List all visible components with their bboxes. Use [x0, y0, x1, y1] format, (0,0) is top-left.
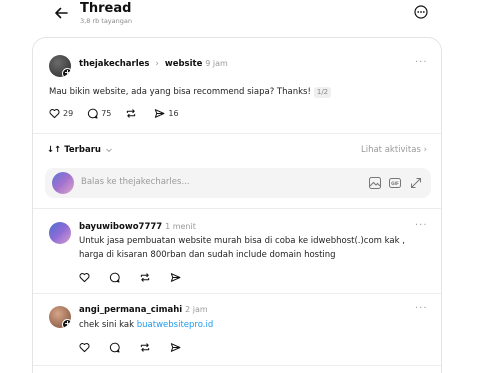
heart-icon — [79, 343, 90, 353]
share-button[interactable] — [170, 272, 184, 283]
reply-actions — [79, 342, 198, 353]
send-icon — [155, 109, 165, 118]
reply-header: angi_permana_cimahi 2 jam — [79, 305, 208, 315]
like-count: 29 — [63, 109, 74, 118]
post-more-icon[interactable]: ··· — [415, 57, 428, 68]
share-count: 16 — [168, 109, 179, 118]
post-header: thejakecharles › website 9 jam — [79, 59, 228, 69]
comment-count: 75 — [101, 109, 112, 118]
comment-button[interactable] — [109, 342, 123, 353]
reply-actions — [79, 272, 198, 283]
heart-icon — [49, 109, 60, 119]
repost-button[interactable] — [125, 108, 140, 119]
website-link[interactable]: buatwebsitepro.id — [137, 320, 213, 330]
share-button[interactable]: 16 — [154, 108, 179, 119]
view-activity-link[interactable]: Lihat aktivitas › — [361, 145, 427, 155]
divider — [33, 365, 441, 366]
reply-header: bayuwibowo7777 1 menit — [79, 222, 196, 232]
send-icon — [170, 273, 181, 282]
like-button[interactable]: 29 — [49, 108, 73, 119]
my-avatar — [52, 172, 74, 194]
repost-icon — [127, 109, 136, 118]
sort-dropdown[interactable]: ↓↑ Terbaru — [47, 145, 113, 155]
repost-icon — [140, 273, 150, 282]
page-title: Thread — [80, 1, 132, 16]
post-time: 9 jam — [205, 59, 228, 68]
reply-avatar[interactable]: + — [49, 306, 71, 328]
reply-username[interactable]: bayuwibowo7777 — [79, 222, 162, 232]
like-button[interactable] — [79, 342, 93, 353]
view-count: 3,8 rb tayangan — [80, 17, 132, 25]
reply-box[interactable]: Balas ke thejakecharles... GIF — [45, 168, 431, 198]
top-bar: Thread 3,8 rb tayangan — [0, 0, 500, 36]
share-button[interactable] — [170, 342, 184, 353]
post-text: Mau bikin website, ada yang bisa recomme… — [49, 87, 311, 97]
reply-time: 2 jam — [185, 305, 208, 314]
reply-text: chek sini kak buatwebsitepro.id — [79, 318, 213, 332]
divider — [33, 208, 441, 209]
gif-icon[interactable]: GIF — [388, 176, 402, 190]
follow-plus-icon[interactable]: + — [62, 68, 71, 77]
reply-text-prefix: chek sini kak — [79, 320, 137, 330]
reply-text: Untuk jasa pembuatan website murah bisa … — [79, 236, 405, 260]
comment-button[interactable]: 75 — [87, 108, 111, 119]
reply-time: 1 menit — [165, 222, 196, 231]
divider — [33, 293, 441, 294]
comment-icon — [109, 272, 120, 283]
chevron-down-icon — [106, 148, 112, 153]
sort-label: Terbaru — [64, 145, 101, 155]
sort-arrows-icon: ↓↑ — [47, 145, 62, 155]
image-icon[interactable] — [368, 176, 382, 190]
post-actions: 29 75 16 — [49, 108, 193, 119]
repost-icon — [140, 343, 150, 352]
reply-more-icon[interactable]: ··· — [415, 303, 428, 314]
svg-text:GIF: GIF — [391, 181, 399, 186]
repost-button[interactable] — [139, 342, 154, 353]
comment-icon — [109, 342, 120, 353]
reply-placeholder: Balas ke thejakecharles... — [81, 177, 190, 187]
more-options-circle-icon[interactable] — [414, 5, 428, 19]
reply-more-icon[interactable]: ··· — [415, 220, 428, 231]
back-arrow-icon[interactable] — [52, 4, 70, 22]
divider — [33, 133, 441, 134]
avatar[interactable]: + — [49, 55, 71, 77]
post-community[interactable]: website — [165, 59, 203, 69]
repost-button[interactable] — [139, 272, 154, 283]
post-username[interactable]: thejakecharles — [79, 59, 149, 69]
comment-button[interactable] — [109, 272, 123, 283]
heart-icon — [79, 273, 90, 283]
page-badge: 1/2 — [313, 87, 332, 98]
breadcrumb-separator: › — [155, 59, 159, 69]
expand-icon[interactable] — [409, 176, 423, 190]
send-icon — [170, 343, 181, 352]
reply-avatar[interactable] — [49, 222, 71, 244]
follow-plus-icon[interactable]: + — [62, 319, 71, 328]
post-text-line: Mau bikin website, ada yang bisa recomme… — [49, 85, 332, 99]
reply-username[interactable]: angi_permana_cimahi — [79, 305, 182, 315]
thread-card: + thejakecharles › website 9 jam ··· Mau… — [32, 37, 442, 373]
like-button[interactable] — [79, 272, 93, 283]
comment-icon — [88, 108, 98, 119]
